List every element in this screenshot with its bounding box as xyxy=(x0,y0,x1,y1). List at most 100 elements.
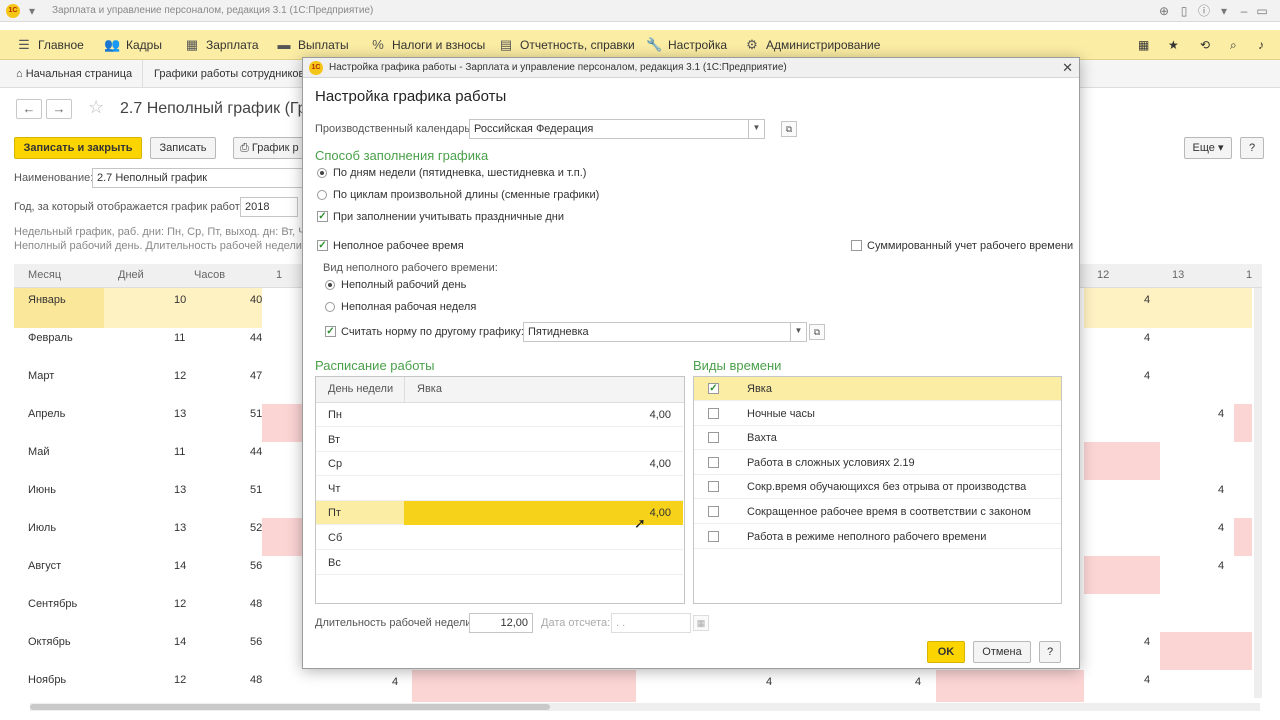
schedule-row[interactable]: Сб xyxy=(316,526,683,550)
radio-fill-weekdays[interactable] xyxy=(317,168,327,178)
grid-cell: 48 xyxy=(250,674,263,686)
col-day-1: 1 xyxy=(276,269,283,281)
attendance-hours[interactable]: 4,00 xyxy=(650,507,671,519)
chevron-down-icon[interactable]: ▾ xyxy=(24,3,40,19)
time-type-checkbox[interactable] xyxy=(708,456,719,468)
schedule-row[interactable]: Вс xyxy=(316,551,683,575)
save-and-close-button[interactable]: Записать и закрыть xyxy=(14,137,142,159)
page-title: 2.7 Неполный график (Гра xyxy=(120,100,316,117)
grid-cell: 4 xyxy=(1144,636,1151,648)
radio-part-day[interactable] xyxy=(325,280,335,290)
tab-work-schedules[interactable]: Графики работы сотрудников xyxy=(144,60,316,88)
save-button[interactable]: Записать xyxy=(150,137,216,159)
col-hours: Часов xyxy=(194,269,226,281)
grid-icon[interactable]: ▦ xyxy=(1138,30,1149,60)
grid-cell: Февраль xyxy=(28,332,73,344)
grid-cell: 4 xyxy=(1144,294,1151,306)
panel-icon[interactable]: ▯ xyxy=(1176,3,1192,19)
back-button[interactable]: ← xyxy=(16,99,42,119)
menu-item-taxes[interactable]: % Налоги и взносы xyxy=(370,30,485,60)
attendance-hours[interactable]: 4,00 xyxy=(650,409,671,421)
time-type-checkbox[interactable] xyxy=(708,432,719,444)
table-row[interactable]: Ноябрь 12 48 4 xyxy=(14,668,1262,706)
time-type-checkbox[interactable]: ✓ xyxy=(708,383,719,394)
calendar-icon[interactable]: ▦ xyxy=(693,615,709,631)
attendance-hours[interactable]: 4,00 xyxy=(650,458,671,470)
horizontal-scrollbar[interactable] xyxy=(30,703,1260,711)
forward-button[interactable]: → xyxy=(46,99,72,119)
part-time-checkbox[interactable]: ✓ xyxy=(317,240,328,251)
schedule-row[interactable]: Вт xyxy=(316,428,683,452)
norm-schedule-select[interactable]: Пятидневка ▼ xyxy=(523,322,807,342)
name-input[interactable]: 2.7 Неполный график xyxy=(92,168,304,188)
time-type-row[interactable]: Вахта xyxy=(694,426,1061,451)
grid-cell: 4 xyxy=(1144,370,1151,382)
minimize-icon[interactable]: – xyxy=(1236,3,1252,19)
cancel-button[interactable]: Отмена xyxy=(973,641,1031,663)
time-type-checkbox[interactable] xyxy=(708,530,719,542)
open-icon[interactable]: ⧉ xyxy=(781,121,797,137)
norm-checkbox[interactable]: ✓ xyxy=(325,326,336,337)
grid-cell: 12 xyxy=(174,598,187,610)
time-type-row[interactable]: Работа в сложных условиях 2.19 xyxy=(694,451,1061,475)
year-input[interactable]: 2018 xyxy=(240,197,298,217)
time-type-label: Работа в сложных условиях 2.19 xyxy=(747,456,915,469)
schedule-row[interactable]: Чт xyxy=(316,477,683,501)
time-type-row[interactable]: Сокращенное рабочее время в соответствии… xyxy=(694,500,1061,524)
open-icon[interactable]: ⧉ xyxy=(809,324,825,340)
favorite-star-icon[interactable]: ☆ xyxy=(88,97,104,118)
mouse-cursor-icon: ➚ xyxy=(634,515,646,531)
help-button[interactable]: ? xyxy=(1240,137,1264,159)
print-schedule-button[interactable]: ⎙ График р xyxy=(233,137,305,159)
time-type-row[interactable]: ✓ Явка xyxy=(694,377,1061,401)
search-icon[interactable]: ⌕ xyxy=(1230,30,1237,60)
menu-item-admin[interactable]: ⚙ Администрирование xyxy=(744,30,880,60)
chevron-down-icon[interactable]: ▾ xyxy=(1216,3,1232,19)
week-length-input[interactable]: 12,00 xyxy=(469,613,533,633)
menu-item-main[interactable]: ☰ Главное xyxy=(16,30,84,60)
home-icon: ⌂ xyxy=(16,68,26,80)
history-icon[interactable]: ⟲ xyxy=(1200,30,1210,60)
bell-icon[interactable]: ♪ xyxy=(1258,30,1264,60)
weekday-label: Вт xyxy=(328,433,341,446)
holidays-checkbox[interactable]: ✓ xyxy=(317,211,328,222)
tab-home[interactable]: ⌂ Начальная страница xyxy=(6,60,144,88)
close-icon[interactable]: ✕ xyxy=(1062,60,1073,76)
maximize-icon[interactable]: ▭ xyxy=(1254,3,1270,19)
menu-item-hr[interactable]: 👥 Кадры xyxy=(104,30,162,60)
calendar-select[interactable]: Российская Федерация ▼ xyxy=(469,119,765,139)
part-day-label: Неполный рабочий день xyxy=(341,279,467,291)
chevron-down-icon[interactable]: ▼ xyxy=(748,120,764,138)
time-type-checkbox[interactable] xyxy=(708,481,719,493)
fill-weekdays-label: По дням недели (пятидневка, шестидневка … xyxy=(333,167,587,179)
info-icon[interactable]: ⓘ xyxy=(1196,3,1212,19)
grid-cell: 12 xyxy=(174,370,187,382)
schedule-row[interactable]: Пн 4,00 xyxy=(316,403,683,427)
vertical-scrollbar[interactable] xyxy=(1254,288,1262,698)
chevron-down-icon[interactable]: ▼ xyxy=(790,323,806,341)
dialog-help-button[interactable]: ? xyxy=(1039,641,1061,663)
star-icon[interactable]: ★ xyxy=(1168,30,1179,60)
ok-button[interactable]: OK xyxy=(927,641,965,663)
radio-part-week[interactable] xyxy=(325,302,335,312)
menu-item-reports[interactable]: ▤ Отчетность, справки xyxy=(498,30,635,60)
summarized-checkbox[interactable]: ✓ xyxy=(851,240,862,251)
more-button[interactable]: Еще ▾ xyxy=(1184,137,1232,159)
menu-icon: ☰ xyxy=(18,37,30,52)
time-type-row[interactable]: Ночные часы xyxy=(694,402,1061,426)
time-type-checkbox[interactable] xyxy=(708,407,719,419)
time-type-checkbox[interactable] xyxy=(708,506,719,517)
report-date-input[interactable]: . . xyxy=(611,613,691,633)
time-type-row[interactable]: Сокр.время обучающихся без отрыва от про… xyxy=(694,475,1061,500)
schedule-row[interactable]: Ср 4,00 xyxy=(316,452,683,477)
menu-item-payments[interactable]: ▬ Выплаты xyxy=(276,30,349,60)
schedule-row[interactable]: Пт 4,00 xyxy=(316,501,683,526)
menu-item-settings[interactable]: 🔧 Настройка xyxy=(646,30,727,60)
col-weekday: День недели xyxy=(328,383,394,395)
time-type-row[interactable]: Работа в режиме неполного рабочего време… xyxy=(694,525,1061,549)
scrollbar-thumb[interactable] xyxy=(30,704,550,710)
zoom-icon[interactable]: ⊕ xyxy=(1156,3,1172,19)
menu-item-salary[interactable]: ▦ Зарплата xyxy=(184,30,259,60)
radio-fill-cycles[interactable] xyxy=(317,190,327,200)
col-days: Дней xyxy=(118,269,144,281)
